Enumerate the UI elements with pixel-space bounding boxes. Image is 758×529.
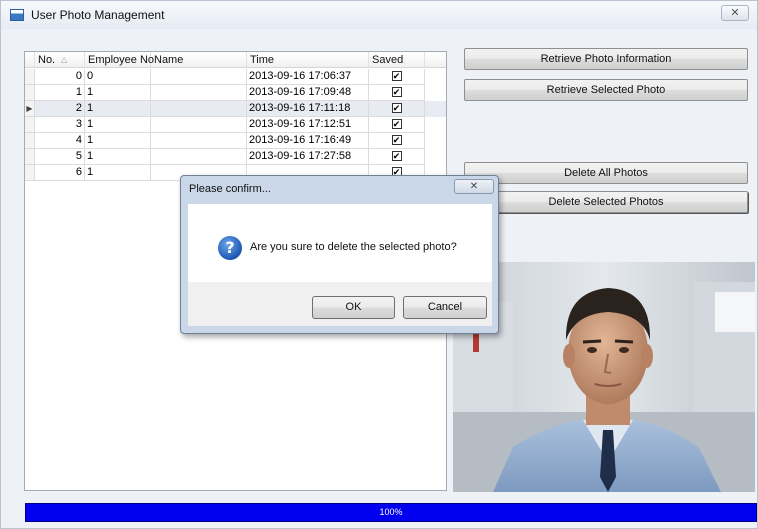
cancel-button[interactable]: Cancel <box>403 296 487 319</box>
cell-no[interactable]: 5 <box>35 149 85 165</box>
window-title: User Photo Management <box>31 8 165 22</box>
cell-employee-no[interactable]: 1 <box>85 133 151 149</box>
table-row[interactable]: 5 1 2013-09-16 17:27:58 ✔ <box>25 149 446 165</box>
dialog-body: ? Are you sure to delete the selected ph… <box>188 204 492 282</box>
ok-button[interactable]: OK <box>312 296 395 319</box>
cell-employee-no[interactable]: 1 <box>85 85 151 101</box>
title-bar[interactable]: User Photo Management ✕ <box>1 1 757 29</box>
saved-checkbox[interactable]: ✔ <box>391 87 402 97</box>
row-indicator[interactable] <box>25 149 35 165</box>
grid-header: No. △ Employee No Name Time Saved <box>25 52 446 68</box>
delete-all-photos-button[interactable]: Delete All Photos <box>464 162 748 184</box>
dialog-close-button[interactable]: ✕ <box>454 179 494 194</box>
cell-saved[interactable]: ✔ <box>369 117 425 133</box>
row-indicator[interactable] <box>25 133 35 149</box>
app-window-icon <box>10 9 24 21</box>
table-row[interactable]: 4 1 2013-09-16 17:16:49 ✔ <box>25 133 446 149</box>
column-header-name[interactable]: Name <box>151 52 247 68</box>
dialog-title: Please confirm... <box>189 183 271 195</box>
cell-time[interactable]: 2013-09-16 17:06:37 <box>247 69 369 85</box>
saved-checkbox[interactable]: ✔ <box>391 151 402 161</box>
cell-saved[interactable]: ✔ <box>369 133 425 149</box>
cell-employee-no[interactable]: 1 <box>85 149 151 165</box>
cell-no[interactable]: 2 <box>35 101 85 117</box>
cell-name[interactable] <box>151 149 247 165</box>
cell-time[interactable]: 2013-09-16 17:27:58 <box>247 149 369 165</box>
cell-no[interactable]: 0 <box>35 69 85 85</box>
cell-employee-no[interactable]: 1 <box>85 165 151 181</box>
delete-selected-photos-button[interactable]: Delete Selected Photos <box>464 191 748 213</box>
row-indicator[interactable] <box>25 69 35 85</box>
cell-time[interactable]: 2013-09-16 17:16:49 <box>247 133 369 149</box>
table-row[interactable]: ▶ 2 1 2013-09-16 17:11:18 ✔ <box>25 101 446 117</box>
cell-no[interactable]: 3 <box>35 117 85 133</box>
row-indicator[interactable] <box>25 85 35 101</box>
column-header-employee-no[interactable]: Employee No <box>85 52 154 68</box>
column-header-no[interactable]: No. <box>35 52 85 68</box>
cell-saved[interactable]: ✔ <box>369 149 425 165</box>
confirm-dialog[interactable]: Please confirm... ✕ ? Are you sure to de… <box>180 175 499 334</box>
row-indicator[interactable] <box>25 165 35 181</box>
cell-no[interactable]: 4 <box>35 133 85 149</box>
cell-no[interactable]: 1 <box>35 85 85 101</box>
saved-checkbox[interactable]: ✔ <box>391 119 402 129</box>
saved-checkbox[interactable]: ✔ <box>391 135 402 145</box>
close-icon: ✕ <box>730 7 740 19</box>
progress-bar: 100% <box>25 503 757 522</box>
cell-name[interactable] <box>151 117 247 133</box>
cell-time[interactable]: 2013-09-16 17:09:48 <box>247 85 369 101</box>
cell-no[interactable]: 6 <box>35 165 85 181</box>
question-icon: ? <box>218 236 242 260</box>
cell-employee-no[interactable]: 0 <box>85 69 151 85</box>
column-header-saved[interactable]: Saved <box>369 52 425 68</box>
cell-name[interactable] <box>151 85 247 101</box>
cell-name[interactable] <box>151 69 247 85</box>
cell-name[interactable] <box>151 101 247 117</box>
cell-employee-no[interactable]: 1 <box>85 101 151 117</box>
row-pointer-icon[interactable]: ▶ <box>25 101 35 117</box>
saved-checkbox[interactable]: ✔ <box>391 103 402 113</box>
table-row[interactable]: 0 0 2013-09-16 17:06:37 ✔ <box>25 69 446 85</box>
retrieve-selected-photo-button[interactable]: Retrieve Selected Photo <box>464 79 748 101</box>
cell-employee-no[interactable]: 1 <box>85 117 151 133</box>
close-icon: ✕ <box>469 181 479 192</box>
progress-text: 100% <box>379 507 403 517</box>
cell-saved[interactable]: ✔ <box>369 85 425 101</box>
table-row[interactable]: 1 1 2013-09-16 17:09:48 ✔ <box>25 85 446 101</box>
sort-ascending-icon: △ <box>61 55 68 64</box>
close-window-button[interactable]: ✕ <box>721 5 749 21</box>
cell-saved[interactable]: ✔ <box>369 69 425 85</box>
row-indicator[interactable] <box>25 117 35 133</box>
column-header-time[interactable]: Time <box>247 52 369 68</box>
saved-checkbox[interactable]: ✔ <box>391 71 402 81</box>
table-row[interactable]: 3 1 2013-09-16 17:12:51 ✔ <box>25 117 446 133</box>
cell-saved[interactable]: ✔ <box>369 101 425 117</box>
cell-time[interactable]: 2013-09-16 17:12:51 <box>247 117 369 133</box>
retrieve-photo-information-button[interactable]: Retrieve Photo Information <box>464 48 748 70</box>
cell-name[interactable] <box>151 133 247 149</box>
cell-time[interactable]: 2013-09-16 17:11:18 <box>247 101 369 117</box>
user-photo-management-window: User Photo Management ✕ No. △ Employee N… <box>0 0 758 529</box>
header-indicator-cell <box>25 52 35 68</box>
dialog-message: Are you sure to delete the selected phot… <box>250 241 457 253</box>
